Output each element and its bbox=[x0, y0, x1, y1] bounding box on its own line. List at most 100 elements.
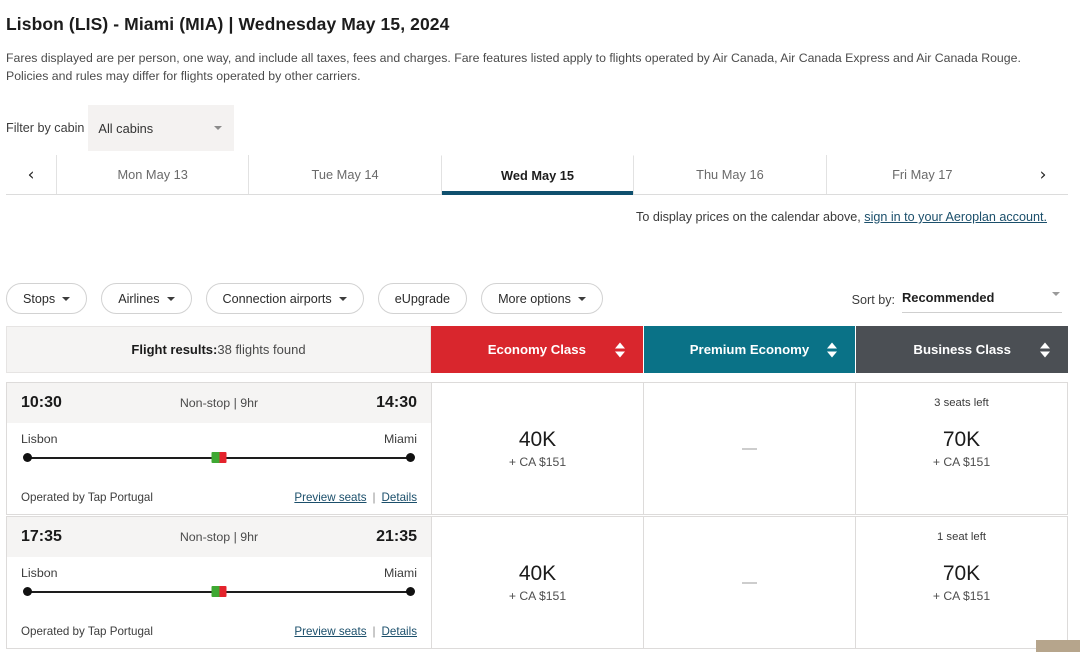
fare-disclaimer-text: Fares displayed are per person, one way,… bbox=[6, 51, 1021, 83]
route-origin-dot-icon bbox=[23, 453, 32, 462]
chevron-down-icon bbox=[1052, 292, 1060, 296]
link-divider: | bbox=[372, 491, 376, 504]
fare-cash: + CA $151 bbox=[508, 455, 567, 470]
page-title-date: Wednesday May 15, 2024 bbox=[238, 14, 450, 34]
sort-arrows-icon[interactable] bbox=[614, 342, 625, 357]
link-divider: | bbox=[372, 625, 376, 638]
fare-cell-premium-economy: — bbox=[644, 517, 856, 648]
signin-prompt-text: To display prices on the calendar above, bbox=[636, 210, 865, 224]
results-summary-count: 38 flights found bbox=[217, 342, 306, 357]
flight-itinerary: 17:35 Non-stop | 9hr 21:35 Lisbon Miami … bbox=[7, 517, 432, 648]
fare-cell-economy[interactable]: 40K + CA $151 bbox=[432, 383, 644, 514]
filter-pill-airlines[interactable]: Airlines bbox=[101, 283, 192, 314]
filter-pill-stops[interactable]: Stops bbox=[6, 283, 88, 314]
tap-portugal-logo-icon bbox=[211, 452, 227, 463]
filter-pill-label: eUpgrade bbox=[394, 291, 451, 306]
date-tab-fri-may-17[interactable]: Fri May 17 bbox=[825, 155, 1018, 194]
results-summary: Flight results: 38 flights found bbox=[6, 326, 431, 373]
fare-points: 40K bbox=[518, 561, 557, 585]
class-header-premium-economy[interactable]: Premium Economy bbox=[643, 326, 857, 373]
signin-aeroplan-link[interactable]: sign in to your Aeroplan account. bbox=[864, 210, 1047, 224]
fare-unavailable-dash: — bbox=[742, 574, 757, 591]
sort-arrows-icon[interactable] bbox=[1040, 342, 1051, 357]
next-dates-button[interactable]: › bbox=[1018, 155, 1068, 194]
flight-stops-duration: Non-stop | 9hr bbox=[179, 530, 259, 544]
chevron-down-icon bbox=[214, 126, 223, 130]
page-title-route: Lisbon (LIS) - Miami (MIA) bbox=[6, 14, 224, 34]
signin-prompt: To display prices on the calendar above,… bbox=[636, 210, 1047, 224]
sort-control: Sort by: Recommended bbox=[852, 283, 1062, 313]
fare-cash: + CA $151 bbox=[508, 589, 567, 604]
class-header-label: Business Class bbox=[913, 342, 1011, 357]
chevron-down-icon bbox=[166, 296, 175, 301]
cabin-select-value: All cabins bbox=[98, 120, 154, 136]
flight-destination-city: Miami bbox=[383, 566, 417, 580]
flight-times-bar: 17:35 Non-stop | 9hr 21:35 bbox=[7, 517, 431, 557]
chevron-down-icon bbox=[62, 296, 71, 301]
preview-seats-link[interactable]: Preview seats bbox=[294, 625, 366, 638]
class-header-economy[interactable]: Economy Class bbox=[431, 326, 644, 373]
tap-portugal-logo-icon bbox=[211, 586, 227, 597]
cabin-filter-label: Filter by cabin bbox=[6, 121, 85, 135]
flight-operated-by: Operated by Tap Portugal bbox=[21, 491, 153, 504]
filter-pill-eupgrade[interactable]: eUpgrade bbox=[377, 283, 468, 314]
filter-pill-connection-airports[interactable]: Connection airports bbox=[205, 283, 364, 314]
date-tab-wed-may-15[interactable]: Wed May 15 bbox=[440, 155, 635, 195]
flight-footer-links: Preview seats | Details bbox=[294, 491, 417, 504]
fare-unavailable-dash: — bbox=[742, 440, 757, 457]
flight-destination-city: Miami bbox=[383, 432, 417, 446]
page-title-separator: | bbox=[228, 14, 234, 34]
chevron-down-icon bbox=[577, 296, 586, 301]
date-tab-label: Thu May 16 bbox=[696, 167, 764, 182]
fare-seats-left: 3 seats left bbox=[934, 397, 989, 409]
date-tab-mon-may-13[interactable]: Mon May 13 bbox=[56, 155, 248, 194]
date-tab-label: Fri May 17 bbox=[892, 167, 953, 182]
flight-footer-links: Preview seats | Details bbox=[294, 625, 417, 638]
flight-itinerary: 10:30 Non-stop | 9hr 14:30 Lisbon Miami … bbox=[7, 383, 432, 514]
flight-operated-by: Operated by Tap Portugal bbox=[21, 625, 153, 638]
sort-arrows-icon[interactable] bbox=[827, 342, 838, 357]
sort-select-value: Recommended bbox=[902, 290, 995, 305]
fare-seats-left: 1 seat left bbox=[937, 531, 986, 543]
flight-times-bar: 10:30 Non-stop | 9hr 14:30 bbox=[7, 383, 431, 423]
date-tab-label: Tue May 14 bbox=[311, 167, 379, 182]
filter-pill-group: Stops Airlines Connection airports eUpgr… bbox=[6, 283, 603, 314]
preview-seats-link[interactable]: Preview seats bbox=[294, 491, 366, 504]
details-link[interactable]: Details bbox=[382, 625, 417, 638]
fare-cash: + CA $151 bbox=[932, 455, 991, 470]
fare-points: 70K bbox=[942, 561, 981, 585]
date-tab-label: Mon May 13 bbox=[117, 167, 188, 182]
flight-footer: Operated by Tap Portugal Preview seats |… bbox=[7, 625, 431, 638]
route-destination-dot-icon bbox=[406, 453, 415, 462]
class-header-label: Premium Economy bbox=[689, 342, 810, 357]
flight-route-line bbox=[23, 586, 415, 598]
fare-cell-business[interactable]: 1 seat left 70K + CA $151 bbox=[856, 517, 1067, 648]
flight-row: 10:30 Non-stop | 9hr 14:30 Lisbon Miami … bbox=[6, 382, 1068, 515]
class-header-label: Economy Class bbox=[487, 342, 586, 357]
filter-pill-more-options[interactable]: More options bbox=[481, 283, 603, 314]
flight-route-line bbox=[23, 452, 415, 464]
chevron-down-icon bbox=[338, 296, 347, 301]
flight-origin-city: Lisbon bbox=[21, 432, 58, 446]
flight-row: 17:35 Non-stop | 9hr 21:35 Lisbon Miami … bbox=[6, 516, 1068, 649]
flight-footer: Operated by Tap Portugal Preview seats |… bbox=[7, 491, 431, 504]
prev-dates-button[interactable]: ‹ bbox=[6, 155, 56, 194]
results-summary-label: Flight results: bbox=[131, 342, 218, 357]
class-header-business[interactable]: Business Class bbox=[856, 326, 1069, 373]
flight-cities: Lisbon Miami bbox=[7, 423, 431, 446]
fare-cash: + CA $151 bbox=[932, 589, 991, 604]
details-link[interactable]: Details bbox=[382, 491, 417, 504]
route-destination-dot-icon bbox=[406, 587, 415, 596]
flight-cities: Lisbon Miami bbox=[7, 557, 431, 580]
sort-label: Sort by: bbox=[851, 293, 895, 307]
cabin-select[interactable]: All cabins bbox=[88, 105, 235, 151]
fare-cell-economy[interactable]: 40K + CA $151 bbox=[432, 517, 644, 648]
flight-origin-city: Lisbon bbox=[21, 566, 58, 580]
date-tab-thu-may-16[interactable]: Thu May 16 bbox=[634, 155, 825, 194]
filter-pill-label: Airlines bbox=[118, 291, 160, 306]
fare-cell-business[interactable]: 3 seats left 70K + CA $151 bbox=[856, 383, 1067, 514]
fare-points: 70K bbox=[942, 427, 981, 451]
date-tab-tue-may-14[interactable]: Tue May 14 bbox=[248, 155, 440, 194]
sort-select[interactable]: Recommended bbox=[902, 283, 1062, 313]
filter-pill-label: Connection airports bbox=[222, 291, 332, 306]
